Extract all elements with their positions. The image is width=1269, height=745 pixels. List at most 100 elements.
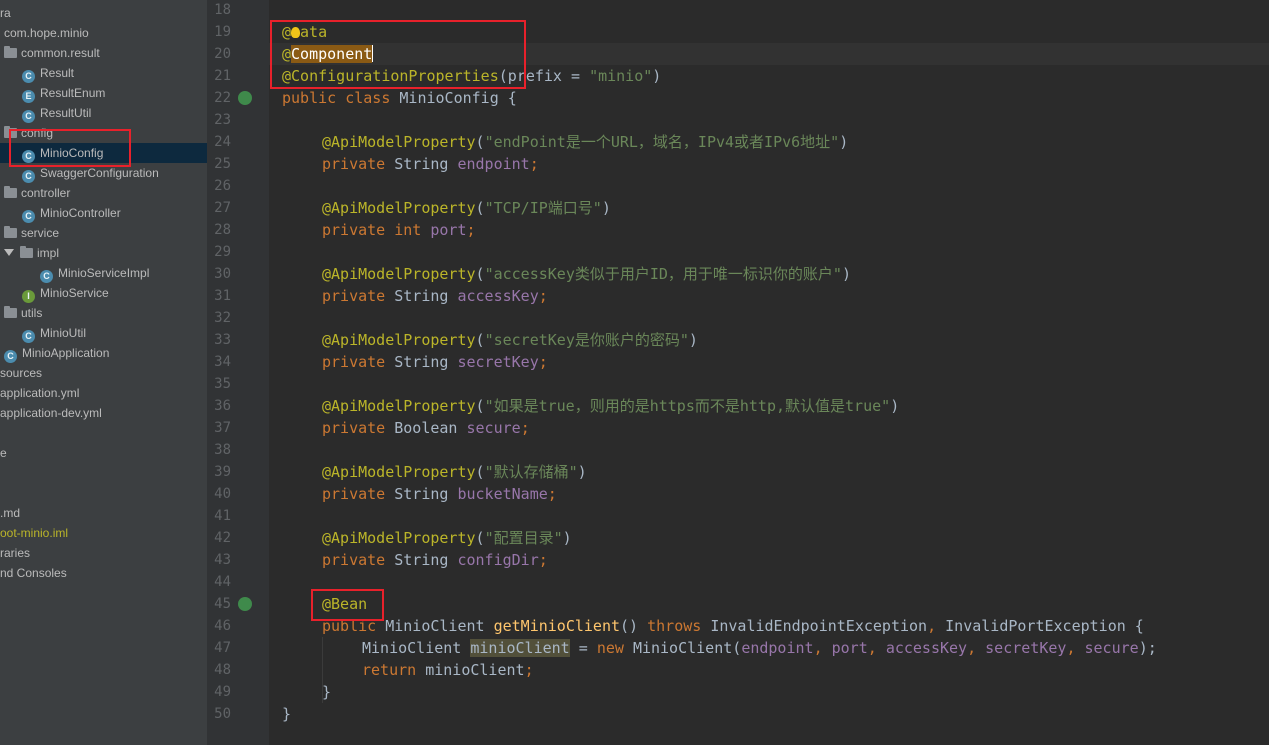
class-icon: C xyxy=(4,350,17,363)
tree-item-label: com.hope.minio xyxy=(4,26,89,40)
code-line-49: } xyxy=(322,683,332,701)
line-number: 42 xyxy=(214,530,231,546)
code-line-31: private String accessKey; xyxy=(322,287,548,305)
code-line-40: private String bucketName; xyxy=(322,485,557,503)
tree-item-label: MinioApplication xyxy=(22,346,110,360)
tree-item-label: Result xyxy=(40,66,75,80)
tree-item-label: e xyxy=(0,446,7,460)
code-line-46: public MinioClient getMinioClient() thro… xyxy=(322,617,1144,635)
tree-item-label: impl xyxy=(37,246,60,260)
tree-item-label: .md xyxy=(0,506,21,520)
class-name: MinioConfig xyxy=(399,89,499,107)
class-icon: C xyxy=(22,210,35,223)
tree-item-label: nd Consoles xyxy=(0,566,67,580)
line-number: 19 xyxy=(214,24,231,40)
code-line-50: } xyxy=(282,705,292,723)
code-line-25: private String endpoint; xyxy=(322,155,539,173)
code-line-43: private String configDir; xyxy=(322,551,548,569)
tree-item-label: controller xyxy=(21,186,71,200)
tree-item-label: MinioServiceImpl xyxy=(58,266,150,280)
code-line-24: @ApiModelProperty("endPoint是一个URL，域名，IPv… xyxy=(322,133,849,151)
code-line-42: @ApiModelProperty("配置目录") xyxy=(322,529,572,547)
folder-icon xyxy=(4,186,17,198)
line-number: 21 xyxy=(214,68,231,84)
line-number: 38 xyxy=(214,442,231,458)
line-number: 34 xyxy=(214,354,231,370)
line-number: 25 xyxy=(214,156,231,172)
class-icon: C xyxy=(22,330,35,343)
expand-arrow-icon[interactable] xyxy=(4,249,14,256)
code-line-33: @ApiModelProperty("secretKey是你账户的密码") xyxy=(322,331,698,349)
code-line-39: @ApiModelProperty("默认存储桶") xyxy=(322,463,587,481)
tree-item-label: ResultUtil xyxy=(40,106,92,120)
tree-item-label: sources xyxy=(0,366,43,380)
code-line-28: private int port; xyxy=(322,221,476,239)
line-number: 30 xyxy=(214,266,231,282)
line-number: 41 xyxy=(214,508,231,524)
code-line-27: @ApiModelProperty("TCP/IP端口号") xyxy=(322,199,611,217)
folder-icon xyxy=(4,306,17,318)
line-number: 50 xyxy=(214,706,231,722)
tree-item-label: MinioController xyxy=(40,206,121,220)
tree-item-label: service xyxy=(21,226,60,240)
code-line-34: private String secretKey; xyxy=(322,353,548,371)
line-number: 46 xyxy=(214,618,231,634)
tree-item-label: common.result xyxy=(21,46,100,60)
line-number: 29 xyxy=(214,244,231,260)
tree-item-label: MinioService xyxy=(40,286,109,300)
code-line-37: private Boolean secure; xyxy=(322,419,530,437)
line-number: 40 xyxy=(214,486,231,502)
line-number: 32 xyxy=(214,310,231,326)
class-icon: E xyxy=(22,90,35,103)
line-number: 36 xyxy=(214,398,231,414)
tree-item-label: application-dev.yml xyxy=(0,406,102,420)
folder-icon xyxy=(4,226,17,238)
class-icon: C xyxy=(40,270,53,283)
line-number: 27 xyxy=(214,200,231,216)
line-number: 44 xyxy=(214,574,231,590)
annotation-highlight-box xyxy=(270,20,526,89)
code-line-48: return minioClient; xyxy=(362,661,534,679)
tree-item-label: utils xyxy=(21,306,43,320)
tree-item-label: MinioUtil xyxy=(40,326,87,340)
line-number: 37 xyxy=(214,420,231,436)
tree-item-label: application.yml xyxy=(0,386,80,400)
line-number: 48 xyxy=(214,662,231,678)
tree-item-label: oot-minio.iml xyxy=(0,526,69,540)
bean-class-gutter-icon[interactable] xyxy=(238,91,252,105)
tree-item-label: ResultEnum xyxy=(40,86,106,100)
tree-item-label: SwaggerConfiguration xyxy=(40,166,159,180)
line-number: 28 xyxy=(214,222,231,238)
tree-item-label: ra xyxy=(0,6,11,20)
sidebar-highlight-box xyxy=(9,129,131,167)
line-number: 39 xyxy=(214,464,231,480)
bean-method-gutter-icon[interactable] xyxy=(238,597,252,611)
tree-item-label: raries xyxy=(0,546,31,560)
line-number: 43 xyxy=(214,552,231,568)
folder-icon xyxy=(20,246,33,258)
line-number: 26 xyxy=(214,178,231,194)
folder-icon xyxy=(4,46,17,58)
bean-highlight-box xyxy=(311,589,384,621)
line-number: 35 xyxy=(214,376,231,392)
line-number: 47 xyxy=(214,640,231,656)
line-number: 24 xyxy=(214,134,231,150)
class-icon: C xyxy=(22,70,35,83)
line-number: 31 xyxy=(214,288,231,304)
class-icon: C xyxy=(22,170,35,183)
line-number: 23 xyxy=(214,112,231,128)
line-number: 49 xyxy=(214,684,231,700)
line-number: 22 xyxy=(214,90,231,106)
indent-guide xyxy=(322,637,323,703)
interface-icon: I xyxy=(22,290,35,303)
class-icon: C xyxy=(22,110,35,123)
line-number: 45 xyxy=(214,596,231,612)
code-line-22: public class MinioConfig { xyxy=(282,89,517,107)
project-tree-panel: ra com.hope.minio common.result C Result E Res… xyxy=(0,0,207,745)
code-line-30: @ApiModelProperty("accessKey类似于用户ID，用于唯一… xyxy=(322,265,851,283)
line-number: 33 xyxy=(214,332,231,348)
code-line-47: MinioClient minioClient = new MinioClien… xyxy=(362,639,1157,657)
code-line-36: @ApiModelProperty("如果是true，则用的是https而不是h… xyxy=(322,397,900,415)
line-number: 20 xyxy=(214,46,231,62)
line-number: 18 xyxy=(214,2,231,18)
